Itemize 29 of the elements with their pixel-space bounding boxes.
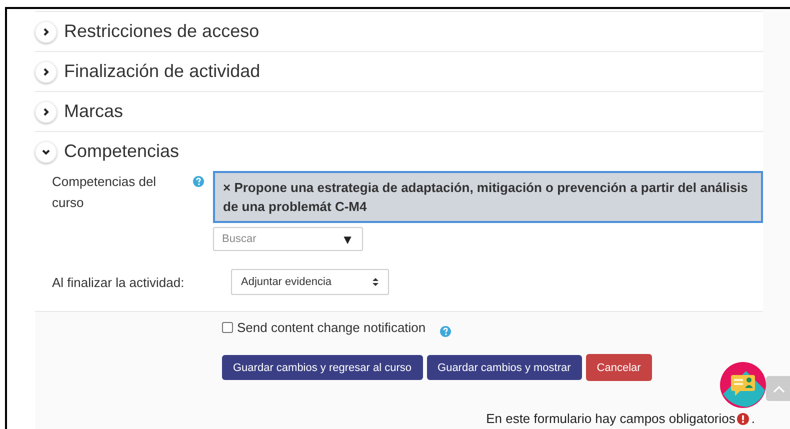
alert-icon	[737, 412, 750, 424]
checkbox[interactable]	[222, 322, 233, 333]
section-title[interactable]: Marcas	[64, 101, 124, 122]
chevron-right-icon	[41, 26, 51, 36]
chevron-up-icon	[773, 384, 785, 392]
expand-toggle[interactable]	[35, 60, 57, 82]
cancel-button[interactable]: Cancelar	[586, 354, 652, 381]
field-label: Competencias del curso	[52, 173, 158, 212]
chevron-right-icon	[41, 106, 51, 116]
chevron-right-icon	[41, 66, 51, 76]
required-note: En este formulario hay campos obligatorios	[486, 411, 736, 426]
field-label: Al finalizar la actividad:	[52, 274, 184, 292]
expand-toggle[interactable]	[35, 100, 57, 122]
sort-arrows-icon	[372, 277, 379, 287]
save-button[interactable]: Guardar cambios y regresar al curso	[222, 355, 423, 380]
section-title[interactable]: Restricciones de acceso	[64, 21, 260, 42]
section-title[interactable]: Competencias	[64, 141, 180, 162]
help-icon[interactable]	[440, 326, 451, 337]
section-title[interactable]: Finalización de actividad	[64, 61, 260, 82]
save-button[interactable]: Guardar cambios y mostrar	[426, 355, 582, 380]
expand-toggle[interactable]	[35, 20, 57, 42]
checkbox-label[interactable]: Send content change notification	[237, 320, 426, 335]
completion-select[interactable]: Adjuntar evidencia	[231, 269, 389, 295]
period-text: .	[751, 411, 755, 426]
help-icon[interactable]	[193, 176, 204, 187]
selected-competency[interactable]: × Propone una estrategia de adaptación, mitigación o prevención a partir del análisis de una problemát C-M4	[213, 171, 763, 223]
search-dropdown[interactable]: Buscar ▼	[213, 227, 363, 251]
chat-badge-icon[interactable]	[719, 361, 767, 409]
expand-toggle[interactable]	[35, 140, 57, 162]
